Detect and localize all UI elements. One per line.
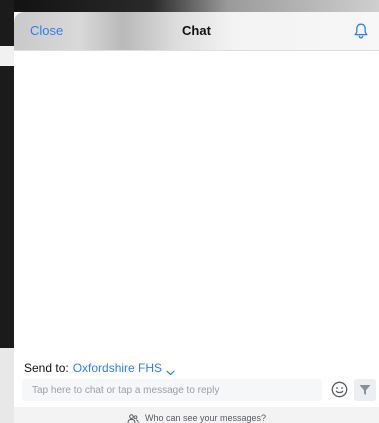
people-icon	[127, 413, 139, 423]
recipient-dropdown[interactable]: Oxfordshire FHS	[72, 361, 175, 376]
chat-panel: Close Chat Send to: Oxfordshire FHS Tap …	[14, 12, 379, 423]
who-can-see-link[interactable]: Who can see your messages?	[14, 413, 379, 423]
send-icon	[359, 385, 371, 395]
screen: Close Chat Send to: Oxfordshire FHS Tap …	[0, 0, 379, 423]
background-window-edge	[0, 0, 379, 12]
composer-row	[14, 379, 379, 403]
chat-title: Chat	[182, 23, 211, 38]
chevron-down-icon	[166, 365, 175, 376]
chat-header: Close Chat	[14, 12, 379, 51]
message-list[interactable]	[14, 51, 379, 351]
bell-icon[interactable]	[353, 22, 369, 40]
chat-input[interactable]	[22, 379, 322, 401]
background-edge-highlight	[0, 46, 14, 66]
emoji-icon[interactable]	[331, 381, 348, 398]
who-can-see-text: Who can see your messages?	[144, 413, 267, 423]
recipient-name: Oxfordshire FHS	[72, 361, 163, 375]
privacy-footer: Who can see your messages?	[14, 407, 379, 423]
background-edge-highlight-bottom	[0, 348, 14, 423]
send-to-label: Send to:	[24, 361, 69, 375]
send-button[interactable]	[354, 379, 376, 401]
send-to-row: Send to: Oxfordshire FHS	[24, 357, 175, 379]
